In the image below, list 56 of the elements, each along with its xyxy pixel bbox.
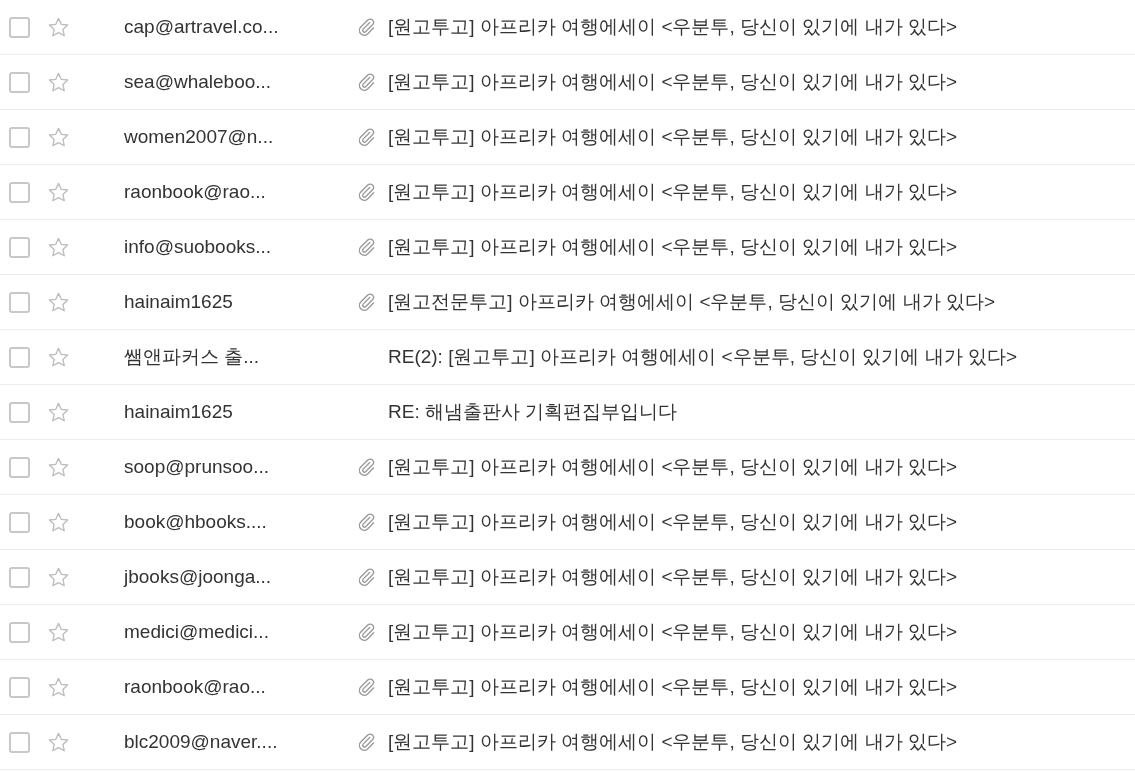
subject-text[interactable]: [원고투고] 아프리카 여행에세이 <우분투, 당신이 있기에 내가 있다> bbox=[388, 452, 957, 482]
checkbox[interactable] bbox=[9, 181, 30, 203]
checkbox[interactable] bbox=[9, 346, 30, 368]
star-icon[interactable] bbox=[47, 510, 70, 534]
star-icon[interactable] bbox=[47, 455, 70, 479]
star-icon[interactable] bbox=[47, 290, 70, 314]
sender-name: women2007@n... bbox=[124, 124, 275, 149]
subject-text[interactable]: [원고투고] 아프리카 여행에세이 <우분투, 당신이 있기에 내가 있다> bbox=[388, 672, 957, 702]
checkbox[interactable] bbox=[9, 126, 30, 148]
sender-name: sea@whaleboo... bbox=[124, 69, 273, 94]
sender-name: medici@medici... bbox=[124, 619, 270, 644]
checkbox[interactable] bbox=[9, 16, 30, 38]
checkbox[interactable] bbox=[9, 456, 30, 478]
sender-name: raonbook@rao... bbox=[124, 674, 267, 699]
checkbox[interactable] bbox=[9, 676, 30, 698]
subject-text[interactable]: RE(2): [원고투고] 아프리카 여행에세이 <우분투, 당신이 있기에 내가 있다> bbox=[388, 342, 1018, 372]
subject-text[interactable]: [원고투고] 아프리카 여행에세이 <우분투, 당신이 있기에 내가 있다> bbox=[388, 12, 957, 42]
checkbox[interactable] bbox=[9, 566, 30, 588]
sender-name: 쌤앤파커스 출... bbox=[124, 344, 261, 369]
subject-text[interactable]: RE: 해냄출판사 기획편집부입니다 bbox=[388, 397, 678, 427]
subject-text[interactable]: [원고투고] 아프리카 여행에세이 <우분투, 당신이 있기에 내가 있다> bbox=[388, 507, 957, 537]
sender-name: hainaim1625 bbox=[124, 399, 234, 424]
checkbox[interactable] bbox=[9, 511, 30, 533]
star-icon[interactable] bbox=[47, 15, 70, 39]
subject-text[interactable]: [원고투고] 아프리카 여행에세이 <우분투, 당신이 있기에 내가 있다> bbox=[388, 67, 957, 97]
star-icon[interactable] bbox=[47, 620, 70, 644]
checkbox[interactable] bbox=[9, 71, 30, 93]
star-icon[interactable] bbox=[47, 235, 70, 259]
checkbox[interactable] bbox=[9, 236, 30, 258]
sender-name: soop@prunsoo... bbox=[124, 454, 270, 479]
subject-text[interactable]: [원고투고] 아프리카 여행에세이 <우분투, 당신이 있기에 내가 있다> bbox=[388, 617, 957, 647]
star-icon[interactable] bbox=[47, 730, 70, 754]
checkbox[interactable] bbox=[9, 731, 30, 753]
subject-text[interactable]: [원고투고] 아프리카 여행에세이 <우분투, 당신이 있기에 내가 있다> bbox=[388, 177, 957, 207]
checkbox[interactable] bbox=[9, 401, 30, 423]
sender-name: blc2009@naver.... bbox=[124, 729, 279, 754]
subject-text[interactable]: [원고투고] 아프리카 여행에세이 <우분투, 당신이 있기에 내가 있다> bbox=[388, 122, 957, 152]
sender-name: hainaim1625 bbox=[124, 289, 234, 314]
star-icon[interactable] bbox=[47, 70, 70, 94]
sender-name: cap@artravel.co... bbox=[124, 14, 280, 39]
star-icon[interactable] bbox=[47, 125, 70, 149]
sender-name: info@suobooks... bbox=[124, 234, 273, 259]
sender-name: jbooks@joonga... bbox=[124, 564, 273, 589]
star-icon[interactable] bbox=[47, 180, 70, 204]
star-icon[interactable] bbox=[47, 345, 70, 369]
checkbox[interactable] bbox=[9, 621, 30, 643]
subject-text[interactable]: [원고투고] 아프리카 여행에세이 <우분투, 당신이 있기에 내가 있다> bbox=[388, 232, 957, 262]
subject-text[interactable]: [원고투고] 아프리카 여행에세이 <우분투, 당신이 있기에 내가 있다> bbox=[388, 727, 957, 757]
star-icon[interactable] bbox=[47, 675, 70, 699]
checkbox[interactable] bbox=[9, 291, 30, 313]
subject-text[interactable]: [원고전문투고] 아프리카 여행에세이 <우분투, 당신이 있기에 내가 있다> bbox=[388, 287, 995, 317]
sender-name: book@hbooks.... bbox=[124, 509, 268, 534]
star-icon[interactable] bbox=[47, 565, 70, 589]
star-icon[interactable] bbox=[47, 400, 70, 424]
subject-text[interactable]: [원고투고] 아프리카 여행에세이 <우분투, 당신이 있기에 내가 있다> bbox=[388, 562, 957, 592]
sender-name: raonbook@rao... bbox=[124, 179, 267, 204]
